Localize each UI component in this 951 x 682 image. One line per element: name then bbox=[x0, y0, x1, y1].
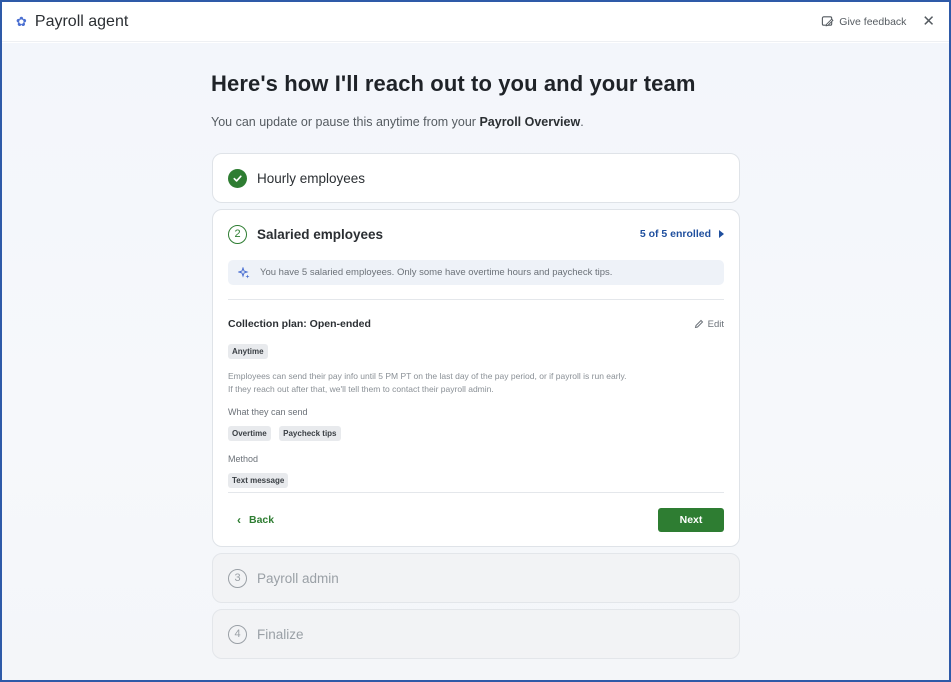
back-button[interactable]: ‹ Back bbox=[237, 513, 274, 527]
page-subtitle: You can update or pause this anytime fro… bbox=[211, 115, 584, 129]
enrolled-status-link[interactable]: 5 of 5 enrolled bbox=[640, 228, 724, 240]
step-number-3: 3 bbox=[228, 568, 247, 588]
method-section: Method Text message bbox=[213, 454, 739, 488]
feedback-icon bbox=[822, 16, 834, 27]
step-label-salaried: Salaried employees bbox=[257, 226, 384, 242]
top-actions: Give feedback ✕ bbox=[821, 14, 935, 29]
step-header-salaried[interactable]: 2 Salaried employees 5 of 5 enrolled bbox=[213, 210, 739, 258]
method-chips: Text message bbox=[228, 470, 724, 488]
timing-chips: Anytime bbox=[213, 341, 739, 359]
info-text: You have 5 salaried employees. Only some… bbox=[260, 267, 613, 278]
step-label-payroll-admin: Payroll admin bbox=[257, 570, 339, 586]
give-feedback-button[interactable]: Give feedback bbox=[821, 15, 906, 28]
back-label: Back bbox=[249, 514, 275, 526]
close-icon[interactable]: ✕ bbox=[922, 14, 935, 29]
step-number-2: 2 bbox=[228, 224, 247, 244]
step-card-salaried: 2 Salaried employees 5 of 5 enrolled You… bbox=[212, 209, 740, 547]
method-label: Method bbox=[228, 454, 259, 464]
page-title: Here's how I'll reach out to you and you… bbox=[211, 71, 696, 96]
subtitle-prefix: You can update or pause this anytime fro… bbox=[211, 115, 480, 129]
step-footer: ‹ Back Next bbox=[213, 494, 739, 546]
next-button[interactable]: Next bbox=[658, 508, 724, 532]
send-chips: Overtime Paycheck tips bbox=[228, 423, 724, 441]
chip-paycheck-tips: Paycheck tips bbox=[279, 426, 341, 441]
collection-plan-title: Collection plan: Open-ended bbox=[228, 318, 371, 330]
check-icon bbox=[228, 168, 247, 188]
chip-text-message: Text message bbox=[228, 473, 289, 488]
app-title: Payroll agent bbox=[34, 12, 129, 30]
plan-description-block: Employees can send their pay info until … bbox=[213, 370, 739, 396]
step-card-payroll-admin[interactable]: 3 Payroll admin bbox=[212, 553, 740, 603]
sparkle-icon bbox=[238, 266, 250, 278]
chip-anytime: Anytime bbox=[228, 344, 268, 359]
plan-description: Employees can send their pay info until … bbox=[228, 371, 627, 394]
info-banner: You have 5 salaried employees. Only some… bbox=[228, 260, 724, 285]
subtitle-suffix: . bbox=[580, 115, 584, 129]
step-label-hourly: Hourly employees bbox=[257, 170, 366, 186]
give-feedback-label: Give feedback bbox=[839, 15, 907, 28]
main-content: Here's how I'll reach out to you and you… bbox=[2, 43, 949, 680]
send-label: What they can send bbox=[228, 407, 308, 417]
chevron-left-icon: ‹ bbox=[237, 513, 241, 527]
chip-overtime: Overtime bbox=[228, 426, 271, 441]
collection-plan-header: Collection plan: Open-ended Edit bbox=[213, 318, 739, 330]
enrolled-count: 5 of 5 enrolled bbox=[639, 228, 711, 240]
payroll-overview-link[interactable]: Payroll Overview bbox=[479, 115, 580, 129]
caret-right-icon bbox=[719, 230, 724, 238]
top-bar: ✿ Payroll agent Give feedback ✕ bbox=[2, 2, 949, 42]
pencil-icon bbox=[694, 319, 703, 329]
divider bbox=[228, 299, 724, 300]
footer-divider bbox=[228, 492, 724, 493]
app-window: ✿ Payroll agent Give feedback ✕ Here's h… bbox=[2, 2, 949, 680]
step-label-finalize: Finalize bbox=[257, 626, 304, 642]
send-section: What they can send Overtime Paycheck tip… bbox=[213, 407, 739, 441]
step-card-hourly[interactable]: Hourly employees bbox=[212, 153, 740, 203]
step-number-4: 4 bbox=[228, 624, 247, 644]
app-brand: ✿ Payroll agent bbox=[16, 13, 128, 31]
star-icon: ✿ bbox=[16, 14, 27, 29]
step-card-finalize[interactable]: 4 Finalize bbox=[212, 609, 740, 659]
edit-button[interactable]: Edit bbox=[694, 319, 724, 330]
edit-label: Edit bbox=[707, 318, 724, 330]
